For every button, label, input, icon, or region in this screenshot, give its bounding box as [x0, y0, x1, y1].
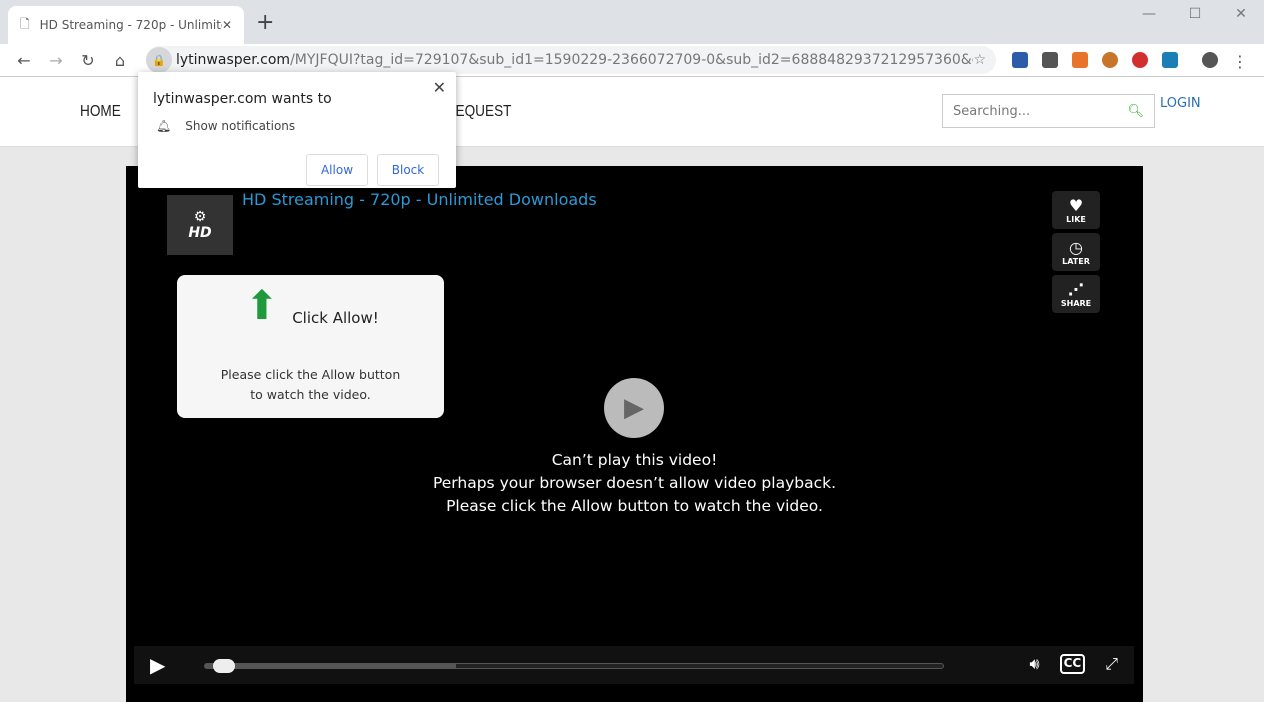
extensions: ⋮ [1012, 52, 1248, 71]
share-button[interactable]: ⋰ SHARE [1052, 275, 1100, 313]
browser-tab[interactable]: 🗋 HD Streaming - 720p - Unlimited Downlo… [8, 6, 244, 44]
later-label: LATER [1062, 257, 1090, 266]
logo-text: HD [188, 225, 212, 241]
like-button[interactable]: ♥ LIKE [1052, 191, 1100, 229]
share-icon: ⋰ [1068, 280, 1084, 299]
player-controls: ▶ 🔊︎ CC ⤢ [134, 646, 1134, 684]
disabled-play-icon[interactable]: ▶ [604, 378, 664, 438]
play-icon[interactable]: ▶ [150, 653, 165, 677]
tab-title: HD Streaming - 720p - Unlimited Download… [39, 18, 222, 32]
page-icon: 🗋 [20, 16, 30, 31]
block-button[interactable]: Block [377, 154, 439, 186]
heart-icon: ♥ [1068, 196, 1084, 215]
maximize-button[interactable]: ☐ [1172, 0, 1218, 28]
url-path: /MYJFQUI?tag_id=729107&sub_id1=1590229-2… [290, 52, 973, 68]
popup-title: lytinwasper.com wants to [153, 91, 332, 107]
seek-handle[interactable] [213, 659, 235, 673]
nav-home[interactable]: HOME [80, 103, 121, 121]
later-button[interactable]: ◷ LATER [1052, 233, 1100, 271]
reload-button[interactable]: ↻ [72, 51, 104, 70]
close-tab-icon[interactable]: ✕ [222, 18, 232, 32]
login-link[interactable]: LOGIN [1160, 96, 1201, 111]
address-bar[interactable]: 🔒 lytinwasper.com/MYJFQUI?tag_id=729107&… [146, 46, 996, 74]
video-title[interactable]: HD Streaming - 720p - Unlimited Download… [242, 190, 597, 209]
extension-icon[interactable] [1132, 52, 1148, 68]
bell-icon: 🔔︎ [156, 119, 172, 133]
video-player[interactable]: ⚙ HD HD Streaming - 720p - Unlimited Down… [126, 166, 1143, 702]
close-icon[interactable]: ✕ [433, 78, 446, 97]
progress-bar[interactable] [204, 659, 944, 673]
card-line: Please click the Allow button [220, 367, 401, 382]
notification-permission-popup: ✕ lytinwasper.com wants to 🔔︎ Show notifi… [138, 72, 456, 188]
extension-icon[interactable] [1102, 52, 1118, 68]
like-label: LIKE [1066, 215, 1086, 224]
film-reel-icon: ⚙ [193, 209, 207, 225]
msg-line: Can’t play this video! [551, 451, 718, 469]
search-input[interactable]: Searching... 🔍︎ [942, 94, 1155, 128]
bookmark-star-icon[interactable]: ☆ [973, 52, 986, 68]
fullscreen-icon[interactable]: ⤢ [1105, 654, 1118, 674]
msg-line: Perhaps your browser doesn’t allow video… [432, 474, 837, 492]
side-actions: ♥ LIKE ◷ LATER ⋰ SHARE [1052, 191, 1100, 313]
lock-icon[interactable]: 🔒 [146, 47, 172, 73]
card-line: to watch the video. [250, 387, 371, 402]
volume-icon[interactable]: 🔊︎ [1029, 654, 1039, 674]
permission-label: Show notifications [185, 119, 296, 133]
error-message: Can’t play this video! Perhaps your brow… [126, 449, 1143, 518]
share-label: SHARE [1060, 299, 1092, 308]
click-allow-card: ⬆ Click Allow! Please click the Allow bu… [177, 275, 444, 418]
profile-avatar-icon[interactable] [1202, 52, 1218, 68]
clock-icon: ◷ [1069, 238, 1083, 257]
close-window-button[interactable]: ✕ [1218, 0, 1264, 28]
extension-icon[interactable] [1012, 52, 1028, 68]
hd-logo: ⚙ HD [167, 195, 233, 255]
minimize-button[interactable]: — [1126, 0, 1172, 28]
up-arrow-icon: ⬆ [245, 283, 279, 329]
back-button[interactable]: ← [8, 51, 40, 70]
search-icon[interactable]: 🔍︎ [1127, 104, 1144, 119]
menu-icon[interactable]: ⋮ [1232, 52, 1248, 71]
tab-bar: 🗋 HD Streaming - 720p - Unlimited Downlo… [0, 0, 1264, 44]
extension-icon[interactable] [1162, 52, 1178, 68]
search-placeholder: Searching... [953, 103, 1031, 119]
url-domain: lytinwasper.com [176, 52, 291, 68]
home-button[interactable]: ⌂ [104, 51, 136, 70]
cc-button[interactable]: CC [1059, 654, 1086, 674]
extension-icon[interactable] [1072, 52, 1088, 68]
allow-button[interactable]: Allow [306, 154, 368, 186]
buffered-fill [205, 664, 456, 668]
new-tab-button[interactable]: + [256, 10, 274, 35]
extension-icon[interactable] [1042, 52, 1058, 68]
msg-line: Please click the Allow button to watch t… [446, 497, 823, 515]
forward-button[interactable]: → [40, 51, 72, 70]
